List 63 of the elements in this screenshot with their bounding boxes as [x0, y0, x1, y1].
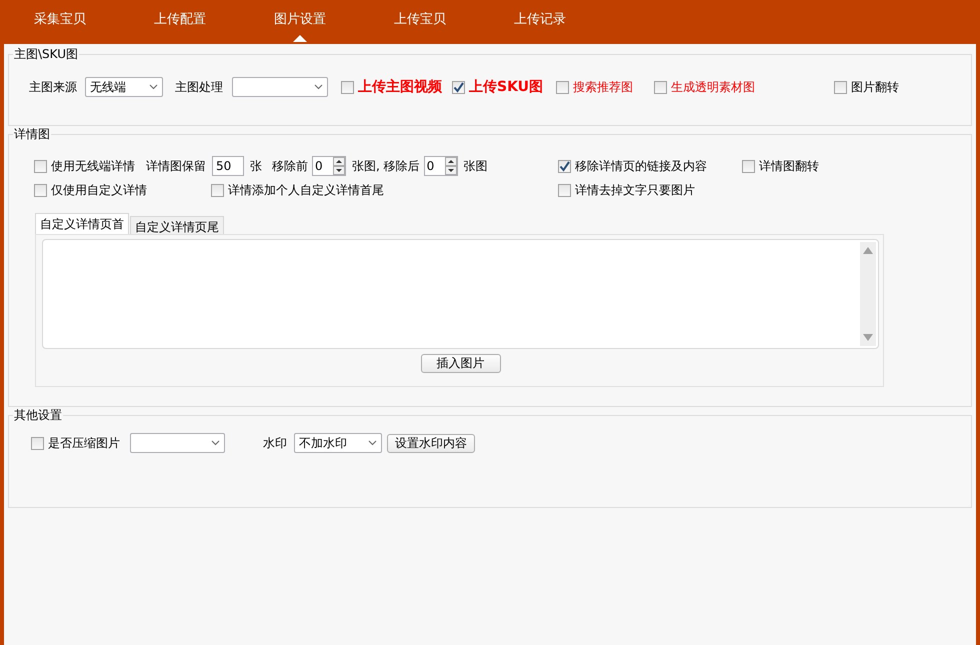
- checkbox-label[interactable]: 上传主图视频: [341, 78, 442, 96]
- checkbox[interactable]: [31, 436, 44, 450]
- field-label: 移除前: [272, 158, 308, 174]
- checkbox-label[interactable]: 搜索推荐图: [556, 78, 634, 96]
- checkbox[interactable]: [341, 80, 354, 94]
- checkbox[interactable]: [34, 160, 47, 172]
- checkbox-label[interactable]: 详情添加个人自定义详情首尾: [211, 182, 384, 199]
- checkbox[interactable]: [211, 184, 224, 197]
- processing-select[interactable]: [232, 77, 328, 97]
- field-label: 详情图保留: [146, 158, 206, 174]
- group-title: 主图\SKU图: [13, 47, 79, 61]
- field-label: 水印: [263, 434, 287, 452]
- watermark-settings-button[interactable]: 设置水印内容: [387, 434, 475, 452]
- checkbox[interactable]: [34, 184, 47, 197]
- chevron-down-icon: [149, 84, 158, 90]
- checkbox-label[interactable]: 上传SKU图: [452, 78, 544, 96]
- nav-tab[interactable]: 上传配置: [120, 0, 240, 44]
- checkbox[interactable]: [556, 80, 570, 94]
- check-icon: [559, 160, 570, 172]
- scroll-down-icon[interactable]: [863, 334, 873, 341]
- insert-image-button[interactable]: 插入图片: [420, 354, 500, 373]
- scroll-up-icon[interactable]: [863, 247, 873, 254]
- editor-tab[interactable]: 自定义详情页首: [35, 213, 129, 234]
- field-label: 主图来源: [29, 78, 77, 96]
- chevron-down-icon: [314, 84, 323, 90]
- checkbox-label[interactable]: 图片翻转: [834, 78, 900, 96]
- group-title: 其他设置: [13, 408, 63, 422]
- checkbox-label[interactable]: 是否压缩图片: [31, 434, 120, 452]
- nav-tab[interactable]: 图片设置: [240, 0, 360, 44]
- field-label: 主图处理: [175, 78, 223, 96]
- field-label: 张: [250, 158, 262, 174]
- text-editor[interactable]: [42, 239, 879, 349]
- number-spinner[interactable]: 0: [424, 156, 458, 176]
- checkbox-label[interactable]: 使用无线端详情: [34, 158, 135, 174]
- compress-select[interactable]: [130, 433, 225, 453]
- checkbox[interactable]: [452, 80, 465, 94]
- chevron-down-icon: [368, 440, 377, 446]
- field-label: 张图: [464, 158, 488, 174]
- checkbox[interactable]: [742, 160, 755, 172]
- source-select[interactable]: 无线端: [85, 77, 163, 97]
- field-label: 张图, 移除后: [352, 158, 420, 174]
- checkbox-label[interactable]: 生成透明素材图: [654, 78, 756, 96]
- checkbox-label[interactable]: 移除详情页的链接及内容: [558, 158, 707, 174]
- checkbox-label[interactable]: 详情去掉文字只要图片: [558, 182, 695, 199]
- nav-tab[interactable]: 上传记录: [480, 0, 600, 44]
- watermark-select[interactable]: 不加水印: [294, 433, 382, 453]
- checkbox[interactable]: [558, 184, 571, 197]
- spinner-arrows-icon[interactable]: [444, 157, 457, 175]
- count-input[interactable]: 50: [212, 156, 244, 176]
- group-title: 详情图: [13, 127, 51, 141]
- checkbox[interactable]: [654, 80, 668, 94]
- scrollbar[interactable]: [860, 242, 876, 346]
- nav-tab[interactable]: 采集宝贝: [0, 0, 120, 44]
- check-icon: [453, 82, 464, 92]
- spinner-arrows-icon[interactable]: [333, 157, 345, 175]
- checkbox[interactable]: [558, 160, 571, 172]
- checkbox-label[interactable]: 详情图翻转: [742, 158, 819, 174]
- chevron-down-icon: [211, 440, 220, 446]
- checkbox[interactable]: [834, 80, 848, 94]
- number-spinner[interactable]: 0: [312, 156, 346, 176]
- checkbox-label[interactable]: 仅使用自定义详情: [34, 182, 147, 199]
- editor-tab[interactable]: 自定义详情页尾: [130, 216, 224, 234]
- nav-tab[interactable]: 上传宝贝: [360, 0, 480, 44]
